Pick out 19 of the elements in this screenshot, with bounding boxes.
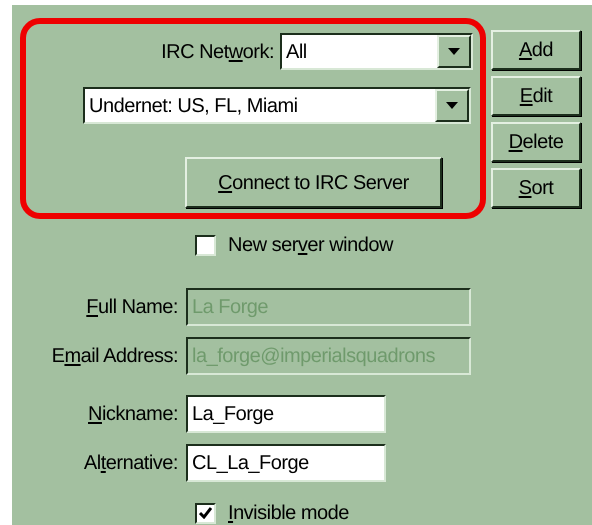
- side-button[interactable]: Sort: [491, 168, 581, 208]
- side-button[interactable]: Edit: [491, 76, 581, 116]
- text-field[interactable]: La_Forge: [186, 395, 386, 433]
- field-label: Email Address:: [50, 344, 178, 369]
- check-icon: [199, 507, 212, 519]
- field-label: Nickname:: [87, 402, 178, 427]
- field-label: Alternative:: [82, 451, 178, 476]
- field-label: Full Name:: [85, 295, 178, 320]
- side-button[interactable]: Delete: [491, 122, 581, 162]
- dropdown[interactable]: Undernet: US, FL, Miami: [83, 87, 471, 124]
- checkbox-label: Invisible mode: [228, 501, 349, 525]
- dropdown[interactable]: All: [280, 33, 473, 70]
- checkbox[interactable]: [195, 234, 216, 256]
- side-button[interactable]: Add: [491, 30, 581, 70]
- network-label: IRC Network:: [160, 40, 274, 64]
- text-field[interactable]: CL_La_Forge: [186, 444, 386, 482]
- checkbox-label: New server window: [228, 233, 393, 258]
- checkbox[interactable]: [195, 502, 216, 524]
- connect-button[interactable]: Connect to IRC Server: [185, 157, 442, 208]
